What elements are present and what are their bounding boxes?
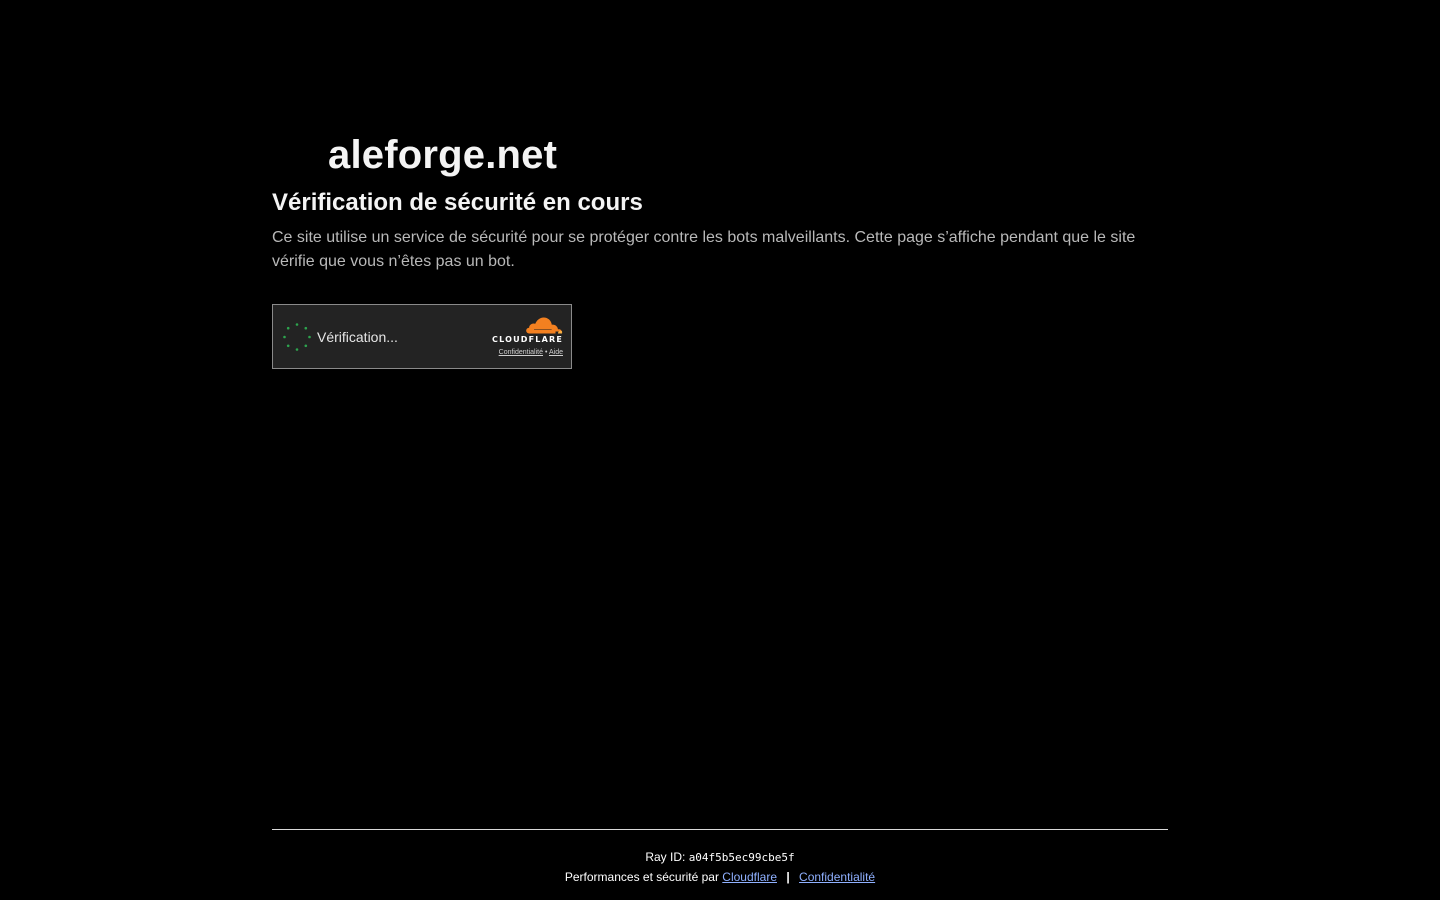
main-content: aleforge.net Vérification de sécurité en… [272,128,1168,369]
ray-id-label: Ray ID: [645,850,686,864]
page-heading: Vérification de sécurité en cours [272,189,643,216]
loading-spinner-icon [283,323,311,351]
cloudflare-cloud-icon [526,317,563,334]
ray-id-value: a04f5b5ec99cbe5f [688,851,795,864]
widget-link-separator: • [544,349,548,356]
performance-line: Performances et sécurité par Cloudflare … [272,869,1168,885]
performance-text: Performances et sécurité par [564,870,719,884]
ray-id-line: Ray ID: a04f5b5ec99cbe5f [272,849,1168,866]
cloudflare-branding: CLOUDFLARE Confidentialité • Aide [463,316,563,360]
site-name: aleforge.net [328,133,558,177]
footer: Ray ID: a04f5b5ec99cbe5f Performances et… [272,829,1168,885]
widget-links: Confidentialité • Aide [499,348,563,358]
turnstile-widget[interactable]: Vérification... CLOUDFLARE Confidentiali… [272,304,572,369]
footer-separator: | [786,870,790,884]
widget-privacy-link[interactable]: Confidentialité [499,349,543,356]
verification-status: Vérification... [317,329,398,345]
page-description: Ce site utilise un service de sécurité p… [272,229,1136,270]
widget-help-link[interactable]: Aide [549,349,563,356]
cloudflare-wordmark: CLOUDFLARE [492,335,563,344]
footer-privacy-link[interactable]: Confidentialité [799,870,875,884]
footer-cloudflare-link[interactable]: Cloudflare [722,870,777,884]
